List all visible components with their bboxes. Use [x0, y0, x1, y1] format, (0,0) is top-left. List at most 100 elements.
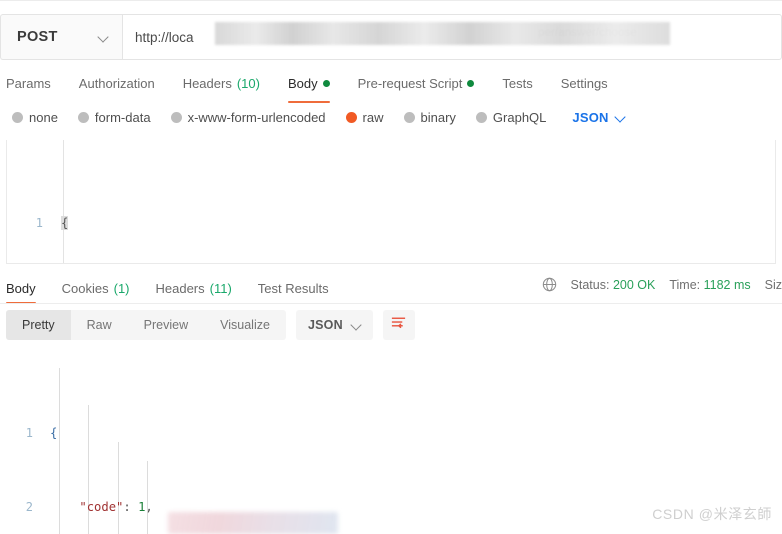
line-content: "code": 1,: [42, 498, 153, 517]
body-type-selector: none form-data x-www-form-urlencoded raw…: [0, 104, 782, 130]
tab-params-label: Params: [6, 75, 51, 91]
line-number: 2: [25, 500, 33, 514]
indent-guide: [118, 442, 119, 534]
view-mode-raw-label: Raw: [86, 318, 112, 332]
code-colon: :: [123, 500, 139, 514]
tab-headers-label: Headers: [182, 75, 232, 91]
status-code-group: Status: 200 OK: [571, 278, 656, 292]
code-key: "code": [79, 500, 124, 514]
globe-icon: [542, 277, 557, 292]
tab-pre-request-script[interactable]: Pre-request Script: [344, 66, 489, 100]
radio-raw-icon: [345, 111, 357, 123]
tab-body[interactable]: Body: [274, 66, 344, 103]
line-number: 1: [25, 426, 33, 440]
request-format-dropdown[interactable]: JSON: [562, 110, 634, 125]
body-type-raw[interactable]: raw: [336, 110, 394, 125]
view-mode-raw[interactable]: Raw: [71, 310, 128, 340]
radio-none-icon: [12, 111, 23, 123]
watermark: CSDN @米泽玄師: [652, 506, 772, 522]
wrap-text-button[interactable]: [382, 310, 415, 340]
radio-graphql-icon: [475, 111, 487, 123]
response-tab-cookies-label: Cookies: [61, 280, 109, 296]
response-tab-cookies-count: (1): [113, 280, 130, 296]
view-mode-visualize[interactable]: Visualize: [204, 310, 286, 340]
body-type-binary[interactable]: binary: [394, 110, 466, 125]
tab-tests-label: Tests: [502, 75, 533, 91]
chevron-down-icon: [99, 33, 108, 42]
size-label-truncated: Siz: [764, 277, 782, 292]
body-type-none[interactable]: none: [6, 110, 68, 125]
radio-binary-icon: [403, 111, 415, 123]
status-value: 200 OK: [612, 277, 656, 292]
view-mode-pretty-label: Pretty: [22, 318, 55, 332]
body-type-urlencoded-label: x-www-form-urlencoded: [187, 109, 326, 125]
response-time-group: Time: 1182 ms: [669, 278, 750, 292]
body-modified-dot-icon: [322, 79, 330, 87]
time-label: Time:: [669, 277, 701, 292]
response-tab-test-results[interactable]: Test Results: [245, 272, 342, 304]
request-body-editor[interactable]: 1 { 2 ····"pageIndex":1, 3 ····"pageSize…: [6, 140, 776, 264]
tab-settings-label: Settings: [560, 75, 608, 91]
response-status-bar: Status: 200 OK Time: 1182 ms Siz: [542, 277, 782, 292]
response-tab-cookies[interactable]: Cookies (1): [49, 272, 143, 304]
tab-pre-request-script-label: Pre-request Script: [357, 75, 463, 91]
top-divider: [0, 0, 782, 1]
tab-authorization[interactable]: Authorization: [65, 66, 169, 100]
radio-form-data-icon: [77, 111, 89, 123]
url-input[interactable]: http://loca per/answer/choose: [122, 14, 782, 60]
line-number: 1: [35, 216, 43, 230]
request-code-line: 1 {: [7, 214, 775, 233]
http-method-dropdown[interactable]: POST: [0, 14, 122, 60]
code-brace: {: [61, 216, 69, 230]
tab-authorization-label: Authorization: [78, 75, 155, 91]
pre-request-modified-dot-icon: [467, 79, 475, 87]
response-view-mode-group: Pretty Raw Preview Visualize: [6, 310, 286, 340]
body-type-form-data[interactable]: form-data: [68, 110, 161, 125]
body-type-graphql[interactable]: GraphQL: [466, 110, 556, 125]
tab-body-label: Body: [287, 75, 318, 91]
status-label: Status:: [570, 277, 610, 292]
radio-urlencoded-icon: [170, 111, 182, 123]
body-type-raw-label: raw: [362, 109, 384, 125]
view-mode-visualize-label: Visualize: [220, 318, 270, 332]
response-format-label: JSON: [307, 318, 343, 332]
body-type-binary-label: binary: [420, 109, 456, 125]
postman-window: POST http://loca per/answer/choose Param…: [0, 0, 782, 534]
response-code-line: 1 {: [0, 424, 782, 443]
wrap-text-icon: [390, 314, 407, 336]
view-mode-preview-label: Preview: [143, 318, 189, 332]
code-brace: {: [50, 426, 58, 440]
code-comma: ,: [145, 500, 153, 514]
response-redaction-overlay: [168, 512, 338, 534]
response-tab-body-label: Body: [6, 280, 36, 296]
response-tab-headers-count: (11): [209, 280, 232, 296]
url-redaction-overlay: [215, 22, 670, 45]
http-method-label: POST: [17, 29, 58, 45]
response-tab-body[interactable]: Body: [0, 272, 49, 304]
url-text: http://loca: [135, 29, 194, 45]
body-type-graphql-label: GraphQL: [492, 109, 547, 125]
response-format-dropdown[interactable]: JSON: [295, 310, 373, 340]
response-tab-test-results-label: Test Results: [257, 280, 329, 296]
body-type-none-label: none: [29, 109, 58, 125]
tab-tests[interactable]: Tests: [488, 66, 546, 100]
tab-settings[interactable]: Settings: [547, 66, 622, 100]
line-content: {: [53, 214, 69, 233]
time-value: 1182 ms: [703, 277, 751, 292]
tab-headers-count: (10): [236, 75, 260, 91]
indent-guide: [63, 140, 64, 263]
chevron-down-icon: [352, 321, 361, 330]
response-view-toolbar: Pretty Raw Preview Visualize JSON: [6, 310, 415, 340]
response-tab-headers[interactable]: Headers (11): [143, 272, 245, 304]
tab-headers[interactable]: Headers (10): [169, 66, 274, 100]
request-format-label: JSON: [572, 109, 609, 125]
view-mode-pretty[interactable]: Pretty: [6, 310, 71, 340]
body-type-urlencoded[interactable]: x-www-form-urlencoded: [161, 110, 336, 125]
chevron-down-icon: [616, 113, 625, 122]
view-mode-preview[interactable]: Preview: [128, 310, 204, 340]
response-divider: [0, 303, 782, 304]
response-tab-headers-label: Headers: [155, 280, 205, 296]
request-url-bar: POST http://loca per/answer/choose: [0, 14, 782, 60]
tab-params[interactable]: Params: [0, 66, 65, 100]
